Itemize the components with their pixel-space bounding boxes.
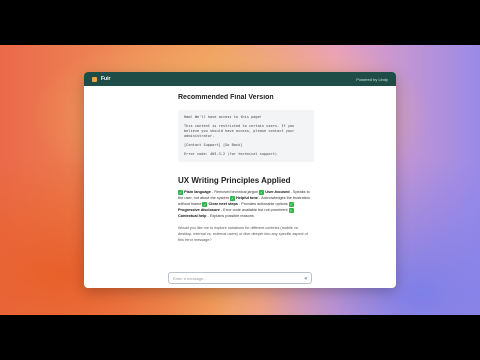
principle-title: Plain language (184, 190, 211, 194)
check-icon: ✓ (202, 201, 208, 207)
logo-icon (92, 76, 97, 82)
check-icon: ✓ (178, 189, 183, 195)
principle-title: User-focused (265, 190, 290, 194)
message-input[interactable]: Enter a message... (168, 272, 312, 284)
message-input-placeholder: Enter a message... (173, 275, 207, 281)
code-block: Hmm! We'll have access to this page! Thi… (178, 110, 314, 162)
send-icon[interactable] (303, 276, 308, 281)
principle-title: Helpful tone (235, 196, 258, 200)
principles-paragraph: ✓ Plain language - Removed technical jar… (178, 189, 314, 219)
principle-title: Progressive disclosure (178, 208, 220, 212)
check-icon: ✓ (229, 195, 235, 201)
brand[interactable]: Fuir (92, 76, 110, 82)
check-icon: ✓ (259, 189, 265, 195)
principle-title: Contextual help (178, 214, 207, 218)
check-icon: ✓ (288, 201, 294, 207)
section-heading: Recommended Final Version (178, 94, 274, 101)
check-icon: ✓ (288, 207, 294, 213)
principle-text: - Provides actionable options (237, 202, 289, 206)
principle-text: - Removed technical jargon (210, 190, 260, 194)
window-titlebar: Fuir Powered by Lindy (84, 72, 396, 86)
code-line: Error code: 403-3.2 (for technical suppo… (184, 152, 278, 156)
powered-by-link[interactable]: Powered by Lindy (356, 77, 388, 82)
chat-window: Fuir Powered by Lindy Recommended Final … (84, 72, 396, 288)
principle-title: Clear next steps (208, 202, 238, 206)
followup-text: Would you like me to explore variations … (178, 226, 308, 242)
principle-text: - Error code available but not prominent (219, 208, 289, 212)
message-content: Recommended Final Version Hmm! We'll hav… (178, 94, 314, 264)
principles-heading: UX Writing Principles Applied (178, 176, 291, 185)
principle-text: - Explains possible reasons (206, 214, 254, 218)
app-name: Fuir (101, 76, 111, 82)
